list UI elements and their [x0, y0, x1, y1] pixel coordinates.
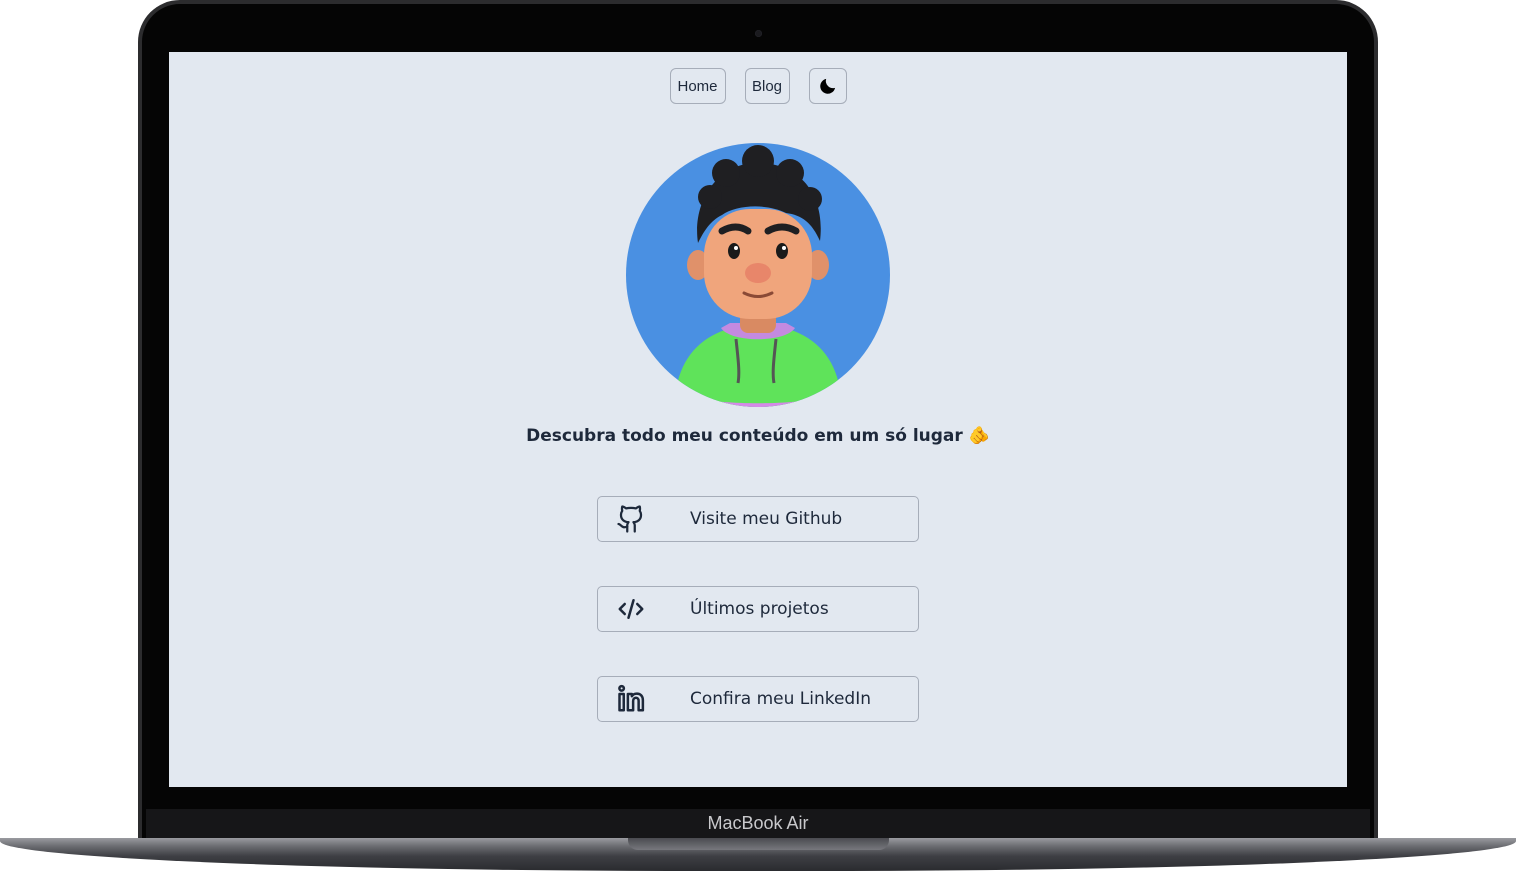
github-icon	[615, 503, 647, 535]
projects-link-button[interactable]: Últimos projetos	[597, 586, 919, 632]
avatar-character-illustration	[674, 145, 842, 407]
linkedin-icon	[615, 683, 647, 715]
webcam	[755, 30, 762, 37]
brand-label: MacBook Air	[707, 813, 809, 833]
linkedin-link-button[interactable]: Confira meu LinkedIn	[597, 676, 919, 722]
projects-link-label: Últimos projetos	[690, 599, 829, 619]
screen: Home Blog Descubra todo meu conteúdo em …	[169, 52, 1347, 787]
nav-home-label: Home	[677, 77, 718, 95]
code-icon	[615, 593, 647, 625]
nav-blog-label: Blog	[751, 77, 783, 95]
theme-toggle-button[interactable]	[808, 68, 847, 104]
top-nav: Home Blog	[169, 68, 1347, 104]
linkedin-link-label: Confira meu LinkedIn	[690, 689, 872, 709]
moon-icon	[819, 78, 835, 94]
tagline: Descubra todo meu conteúdo em um só luga…	[526, 426, 990, 446]
laptop-hinge-notch	[628, 838, 889, 850]
nav-blog-button[interactable]: Blog	[744, 68, 790, 104]
avatar	[626, 143, 890, 407]
nav-home-button[interactable]: Home	[669, 68, 726, 104]
laptop-mockup: MacBook Air Home Blog Descubra todo meu …	[0, 0, 1516, 871]
github-link-button[interactable]: Visite meu Github	[597, 496, 919, 542]
github-link-label: Visite meu Github	[690, 509, 843, 529]
